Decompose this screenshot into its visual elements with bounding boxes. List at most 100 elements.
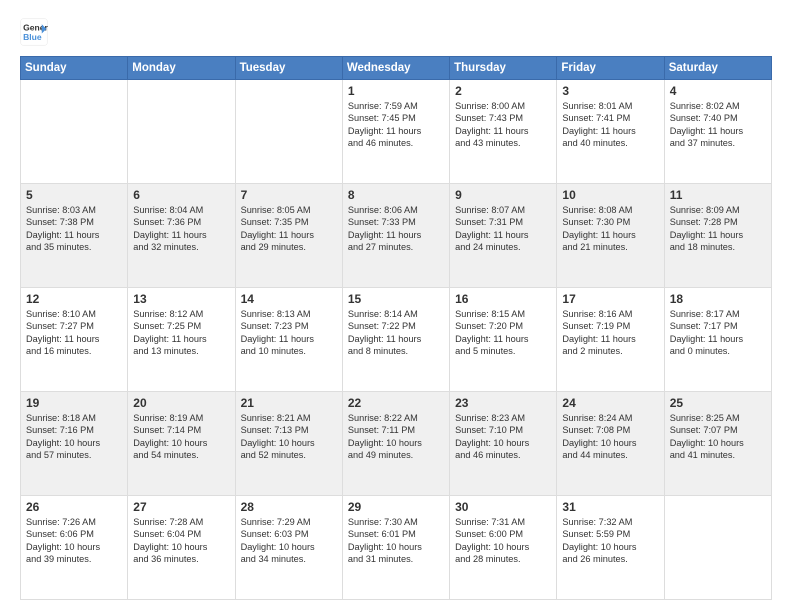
day-info: Sunrise: 8:24 AM Sunset: 7:08 PM Dayligh… [562, 412, 658, 462]
day-info: Sunrise: 7:30 AM Sunset: 6:01 PM Dayligh… [348, 516, 444, 566]
day-info: Sunrise: 8:10 AM Sunset: 7:27 PM Dayligh… [26, 308, 122, 358]
weekday-header-cell: Sunday [21, 57, 128, 80]
calendar-cell: 4Sunrise: 8:02 AM Sunset: 7:40 PM Daylig… [664, 80, 771, 184]
calendar-cell: 22 Sunrise: 8:22 AM Sunset: 7:11 PM Dayli… [342, 392, 449, 496]
calendar-cell: 1Sunrise: 7:59 AM Sunset: 7:45 PM Daylig… [342, 80, 449, 184]
calendar-cell: 13 Sunrise: 8:12 AM Sunset: 7:25 PM Dayli… [128, 288, 235, 392]
calendar-cell: 20 Sunrise: 8:19 AM Sunset: 7:14 PM Dayli… [128, 392, 235, 496]
weekday-header-row: SundayMondayTuesdayWednesdayThursdayFrid… [21, 57, 772, 80]
calendar-cell: 5 Sunrise: 8:03 AM Sunset: 7:38 PM Daylig… [21, 184, 128, 288]
calendar-week-row: 26Sunrise: 7:26 AM Sunset: 6:06 PM Dayli… [21, 496, 772, 600]
calendar-cell: 11 Sunrise: 8:09 AM Sunset: 7:28 PM Dayli… [664, 184, 771, 288]
day-number: 13 [133, 292, 229, 306]
calendar-cell [664, 496, 771, 600]
calendar-cell [235, 80, 342, 184]
day-number: 1 [348, 84, 444, 98]
weekday-header-cell: Thursday [450, 57, 557, 80]
day-info: Sunrise: 8:01 AM Sunset: 7:41 PM Dayligh… [562, 100, 658, 150]
day-number: 18 [670, 292, 766, 306]
day-info: Sunrise: 8:06 AM Sunset: 7:33 PM Dayligh… [348, 204, 444, 254]
weekday-header-cell: Tuesday [235, 57, 342, 80]
calendar-cell: 3 Sunrise: 8:01 AM Sunset: 7:41 PM Daylig… [557, 80, 664, 184]
day-number: 21 [241, 396, 337, 410]
day-number: 19 [26, 396, 122, 410]
day-number: 24 [562, 396, 658, 410]
calendar-cell: 24 Sunrise: 8:24 AM Sunset: 7:08 PM Dayli… [557, 392, 664, 496]
calendar-cell: 17 Sunrise: 8:16 AM Sunset: 7:19 PM Dayli… [557, 288, 664, 392]
day-info: Sunrise: 8:17 AM Sunset: 7:17 PM Dayligh… [670, 308, 766, 358]
day-info: Sunrise: 8:02 AM Sunset: 7:40 PM Dayligh… [670, 100, 766, 150]
day-info: Sunrise: 8:03 AM Sunset: 7:38 PM Dayligh… [26, 204, 122, 254]
calendar-cell: 2 Sunrise: 8:00 AM Sunset: 7:43 PM Daylig… [450, 80, 557, 184]
calendar-cell: 16Sunrise: 8:15 AM Sunset: 7:20 PM Dayli… [450, 288, 557, 392]
day-number: 6 [133, 188, 229, 202]
weekday-header-cell: Wednesday [342, 57, 449, 80]
day-number: 17 [562, 292, 658, 306]
calendar-cell: 9Sunrise: 8:07 AM Sunset: 7:31 PM Daylig… [450, 184, 557, 288]
day-number: 27 [133, 500, 229, 514]
day-number: 5 [26, 188, 122, 202]
calendar-cell: 15 Sunrise: 8:14 AM Sunset: 7:22 PM Dayli… [342, 288, 449, 392]
day-number: 20 [133, 396, 229, 410]
svg-text:Blue: Blue [23, 32, 42, 42]
day-info: Sunrise: 8:19 AM Sunset: 7:14 PM Dayligh… [133, 412, 229, 462]
day-number: 3 [562, 84, 658, 98]
day-info: Sunrise: 8:23 AM Sunset: 7:10 PM Dayligh… [455, 412, 551, 462]
day-number: 7 [241, 188, 337, 202]
calendar-cell: 14Sunrise: 8:13 AM Sunset: 7:23 PM Dayli… [235, 288, 342, 392]
day-number: 22 [348, 396, 444, 410]
day-info: Sunrise: 7:26 AM Sunset: 6:06 PM Dayligh… [26, 516, 122, 566]
day-number: 25 [670, 396, 766, 410]
day-number: 23 [455, 396, 551, 410]
page: General Blue SundayMondayTuesdayWednesda… [0, 0, 792, 612]
day-number: 10 [562, 188, 658, 202]
day-number: 15 [348, 292, 444, 306]
calendar-cell: 30 Sunrise: 7:31 AM Sunset: 6:00 PM Dayli… [450, 496, 557, 600]
day-info: Sunrise: 7:31 AM Sunset: 6:00 PM Dayligh… [455, 516, 551, 566]
day-info: Sunrise: 8:04 AM Sunset: 7:36 PM Dayligh… [133, 204, 229, 254]
calendar-cell [21, 80, 128, 184]
calendar-body: 1Sunrise: 7:59 AM Sunset: 7:45 PM Daylig… [21, 80, 772, 600]
calendar-week-row: 1Sunrise: 7:59 AM Sunset: 7:45 PM Daylig… [21, 80, 772, 184]
day-info: Sunrise: 7:28 AM Sunset: 6:04 PM Dayligh… [133, 516, 229, 566]
calendar-cell: 31Sunrise: 7:32 AM Sunset: 5:59 PM Dayli… [557, 496, 664, 600]
day-info: Sunrise: 8:18 AM Sunset: 7:16 PM Dayligh… [26, 412, 122, 462]
calendar-week-row: 5 Sunrise: 8:03 AM Sunset: 7:38 PM Daylig… [21, 184, 772, 288]
day-info: Sunrise: 8:16 AM Sunset: 7:19 PM Dayligh… [562, 308, 658, 358]
day-number: 12 [26, 292, 122, 306]
calendar-week-row: 19 Sunrise: 8:18 AM Sunset: 7:16 PM Dayli… [21, 392, 772, 496]
day-number: 28 [241, 500, 337, 514]
logo-icon: General Blue [20, 18, 48, 46]
day-number: 11 [670, 188, 766, 202]
header: General Blue [20, 18, 772, 46]
day-info: Sunrise: 8:05 AM Sunset: 7:35 PM Dayligh… [241, 204, 337, 254]
day-info: Sunrise: 8:15 AM Sunset: 7:20 PM Dayligh… [455, 308, 551, 358]
day-info: Sunrise: 8:00 AM Sunset: 7:43 PM Dayligh… [455, 100, 551, 150]
calendar-cell: 18 Sunrise: 8:17 AM Sunset: 7:17 PM Dayli… [664, 288, 771, 392]
weekday-header-cell: Friday [557, 57, 664, 80]
calendar-cell: 7 Sunrise: 8:05 AM Sunset: 7:35 PM Daylig… [235, 184, 342, 288]
day-info: Sunrise: 8:13 AM Sunset: 7:23 PM Dayligh… [241, 308, 337, 358]
day-info: Sunrise: 8:22 AM Sunset: 7:11 PM Dayligh… [348, 412, 444, 462]
calendar-table: SundayMondayTuesdayWednesdayThursdayFrid… [20, 56, 772, 600]
weekday-header-cell: Saturday [664, 57, 771, 80]
calendar-cell: 6 Sunrise: 8:04 AM Sunset: 7:36 PM Daylig… [128, 184, 235, 288]
calendar-cell: 26Sunrise: 7:26 AM Sunset: 6:06 PM Dayli… [21, 496, 128, 600]
calendar-cell [128, 80, 235, 184]
calendar-cell: 8 Sunrise: 8:06 AM Sunset: 7:33 PM Daylig… [342, 184, 449, 288]
day-info: Sunrise: 8:25 AM Sunset: 7:07 PM Dayligh… [670, 412, 766, 462]
calendar-week-row: 12 Sunrise: 8:10 AM Sunset: 7:27 PM Dayli… [21, 288, 772, 392]
day-number: 30 [455, 500, 551, 514]
calendar-cell: 23 Sunrise: 8:23 AM Sunset: 7:10 PM Dayli… [450, 392, 557, 496]
day-number: 29 [348, 500, 444, 514]
day-info: Sunrise: 8:14 AM Sunset: 7:22 PM Dayligh… [348, 308, 444, 358]
weekday-header-cell: Monday [128, 57, 235, 80]
day-info: Sunrise: 8:09 AM Sunset: 7:28 PM Dayligh… [670, 204, 766, 254]
day-info: Sunrise: 8:21 AM Sunset: 7:13 PM Dayligh… [241, 412, 337, 462]
calendar-cell: 28Sunrise: 7:29 AM Sunset: 6:03 PM Dayli… [235, 496, 342, 600]
day-info: Sunrise: 8:12 AM Sunset: 7:25 PM Dayligh… [133, 308, 229, 358]
logo: General Blue [20, 18, 48, 46]
calendar-cell: 25 Sunrise: 8:25 AM Sunset: 7:07 PM Dayli… [664, 392, 771, 496]
day-number: 2 [455, 84, 551, 98]
day-number: 8 [348, 188, 444, 202]
